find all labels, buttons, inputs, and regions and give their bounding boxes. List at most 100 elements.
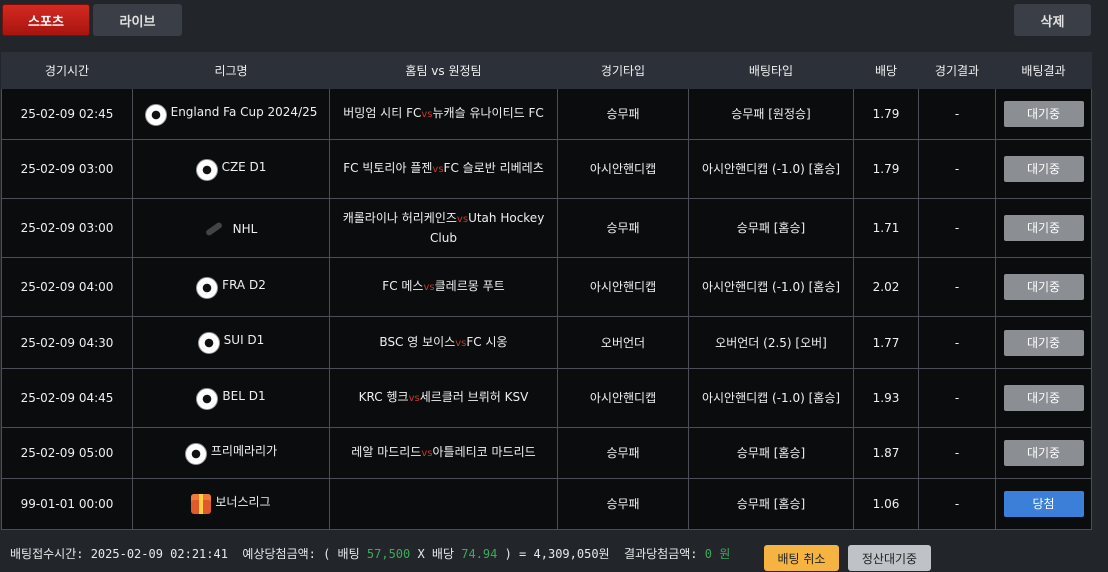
tab-live[interactable]: 라이브 bbox=[93, 4, 182, 36]
teams-cell bbox=[329, 478, 558, 530]
table-row: 25-02-09 02:45 England Fa Cup 2024/25 버밍… bbox=[1, 88, 1092, 140]
league-cell: England Fa Cup 2024/25 bbox=[132, 88, 330, 140]
bet-result-button[interactable]: 대기중 bbox=[1003, 440, 1084, 466]
game-time: 25-02-09 04:00 bbox=[1, 257, 133, 317]
bet-result-cell: 대기중 bbox=[995, 427, 1092, 479]
league-name: 보너스리그 bbox=[215, 494, 271, 509]
game-result: - bbox=[918, 257, 996, 317]
odds: 1.06 bbox=[853, 478, 919, 530]
game-type: 아시안핸디캡 bbox=[557, 139, 689, 199]
cancel-bet-button[interactable]: 배팅 취소 bbox=[764, 545, 839, 571]
bet-result-cell: 대기중 bbox=[995, 139, 1092, 199]
bet-result-button[interactable]: 대기중 bbox=[1003, 156, 1084, 182]
soccer-ball-icon bbox=[196, 387, 219, 410]
bet-result-cell: 대기중 bbox=[995, 316, 1092, 369]
header-league: 리그명 bbox=[132, 52, 330, 89]
game-time: 25-02-09 05:00 bbox=[1, 427, 133, 479]
bet-type: 승무패 [홈승] bbox=[688, 427, 854, 479]
vs-label: vs bbox=[421, 109, 433, 120]
result-amount: 0 원 bbox=[704, 547, 731, 561]
league-name: FRA D2 bbox=[222, 277, 266, 292]
home-team: FC 빅토리아 플젠 bbox=[343, 161, 433, 175]
game-type: 승무패 bbox=[557, 427, 689, 479]
bet-result-button[interactable]: 대기중 bbox=[1003, 385, 1084, 411]
league-name: England Fa Cup 2024/25 bbox=[170, 104, 318, 119]
x-odds-label: X 배당 bbox=[417, 547, 455, 561]
teams-cell: BSC 영 보이스vsFC 시옹 bbox=[329, 316, 558, 369]
teams-cell: KRC 헹크vs세르클러 브뤼허 KSV bbox=[329, 368, 558, 428]
soccer-ball-icon bbox=[184, 442, 207, 465]
league-cell: NHL bbox=[132, 198, 330, 258]
bet-result-cell: 대기중 bbox=[995, 368, 1092, 428]
away-team: 아틀레티코 마드리드 bbox=[432, 445, 536, 459]
pending-settlement-button[interactable]: 정산대기중 bbox=[848, 545, 931, 571]
odds: 2.02 bbox=[853, 257, 919, 317]
vs-label: vs bbox=[421, 448, 433, 459]
table-row: 99-01-01 00:00 보너스리그 승무패 승무패 [홈승] 1.06 -… bbox=[1, 478, 1092, 530]
game-time: 99-01-01 00:00 bbox=[1, 478, 133, 530]
bet-type: 승무패 [홈승] bbox=[688, 478, 854, 530]
soccer-ball-icon bbox=[196, 276, 219, 299]
vs-label: vs bbox=[455, 337, 467, 349]
bet-amount: 57,500 bbox=[366, 546, 411, 561]
league-cell: 프리메라리가 bbox=[132, 427, 330, 479]
teams-cell: 레알 마드리드vs아틀레티코 마드리드 bbox=[329, 427, 558, 479]
soccer-ball-icon bbox=[195, 158, 218, 181]
league-name: NHL bbox=[232, 221, 258, 236]
bet-history-table: 경기시간 리그명 홈팀 vs 원정팀 경기타입 배팅타입 배당 경기결과 배팅결… bbox=[1, 52, 1092, 530]
table-row: 25-02-09 03:00 CZE D1 FC 빅토리아 플젠vsFC 슬로반… bbox=[1, 139, 1092, 199]
league-cell: SUI D1 bbox=[132, 316, 330, 369]
teams-cell: FC 메스vs클레르몽 푸트 bbox=[329, 257, 558, 317]
bet-type: 승무패 [원정승] bbox=[688, 88, 854, 140]
odds: 1.71 bbox=[853, 198, 919, 258]
bet-result-button[interactable]: 대기중 bbox=[1003, 329, 1084, 356]
game-type: 오버언더 bbox=[557, 316, 689, 369]
expected-amount: 4,309,050원 bbox=[533, 547, 610, 561]
home-team: FC 메스 bbox=[382, 279, 424, 293]
home-team: 레알 마드리드 bbox=[351, 445, 422, 459]
league-cell: 보너스리그 bbox=[132, 478, 330, 530]
bet-type: 아시안핸디캡 (-1.0) [홈승] bbox=[688, 139, 854, 199]
home-team: KRC 헹크 bbox=[358, 390, 409, 404]
tab-sports[interactable]: 스포츠 bbox=[2, 4, 90, 36]
game-type: 승무패 bbox=[557, 88, 689, 140]
bet-type: 아시안핸디캡 (-1.0) [홈승] bbox=[688, 257, 854, 317]
header-teams: 홈팀 vs 원정팀 bbox=[329, 52, 558, 89]
odds: 1.93 bbox=[853, 368, 919, 428]
game-result: - bbox=[918, 478, 996, 530]
bet-time-label: 배팅접수시간: 2025-02-09 02:21:41 bbox=[10, 547, 228, 561]
league-cell: CZE D1 bbox=[132, 139, 330, 199]
home-team: BSC 영 보이스 bbox=[379, 334, 456, 349]
bet-result-button[interactable]: 대기중 bbox=[1003, 274, 1084, 300]
away-team: FC 슬로반 리베레츠 bbox=[443, 161, 544, 175]
teams-cell: 캐롤라이나 허리케인즈vsUtah Hockey Club bbox=[329, 198, 558, 258]
game-time: 25-02-09 03:00 bbox=[1, 198, 133, 258]
bet-result-button[interactable]: 당첨 bbox=[1003, 491, 1084, 517]
bet-result-button[interactable]: 대기중 bbox=[1003, 101, 1084, 127]
league-name: SUI D1 bbox=[223, 333, 265, 347]
gift-icon bbox=[191, 493, 212, 514]
header-game-result: 경기결과 bbox=[918, 52, 996, 89]
home-team: 버밍엄 시티 FC bbox=[343, 106, 422, 120]
game-result: - bbox=[918, 139, 996, 199]
home-team: 캐롤라이나 허리케인즈 bbox=[342, 211, 457, 225]
header-odds: 배당 bbox=[853, 52, 919, 89]
header-game-time: 경기시간 bbox=[1, 52, 133, 89]
delete-button[interactable]: 삭제 bbox=[1014, 4, 1091, 36]
game-result: - bbox=[918, 198, 996, 258]
header-bet-type: 배팅타입 bbox=[688, 52, 854, 89]
equals-label: ) = bbox=[504, 546, 527, 561]
bet-result-cell: 대기중 bbox=[995, 198, 1092, 258]
game-type: 아시안핸디캡 bbox=[557, 257, 689, 317]
league-name: BEL D1 bbox=[222, 388, 266, 403]
league-cell: BEL D1 bbox=[132, 368, 330, 428]
bet-summary: 배팅접수시간: 2025-02-09 02:21:41 예상당첨금액: ( 배팅… bbox=[10, 545, 1108, 562]
odds: 1.77 bbox=[853, 316, 919, 369]
bet-result-button[interactable]: 대기중 bbox=[1003, 215, 1084, 241]
vs-label: vs bbox=[456, 214, 469, 225]
table-header-row: 경기시간 리그명 홈팀 vs 원정팀 경기타입 배팅타입 배당 경기결과 배팅결… bbox=[1, 52, 1092, 89]
table-row: 25-02-09 04:30 SUI D1 BSC 영 보이스vsFC 시옹 오… bbox=[1, 316, 1092, 369]
game-type: 승무패 bbox=[557, 198, 689, 258]
game-time: 25-02-09 04:45 bbox=[1, 368, 133, 428]
hockey-puck-icon bbox=[204, 220, 223, 237]
